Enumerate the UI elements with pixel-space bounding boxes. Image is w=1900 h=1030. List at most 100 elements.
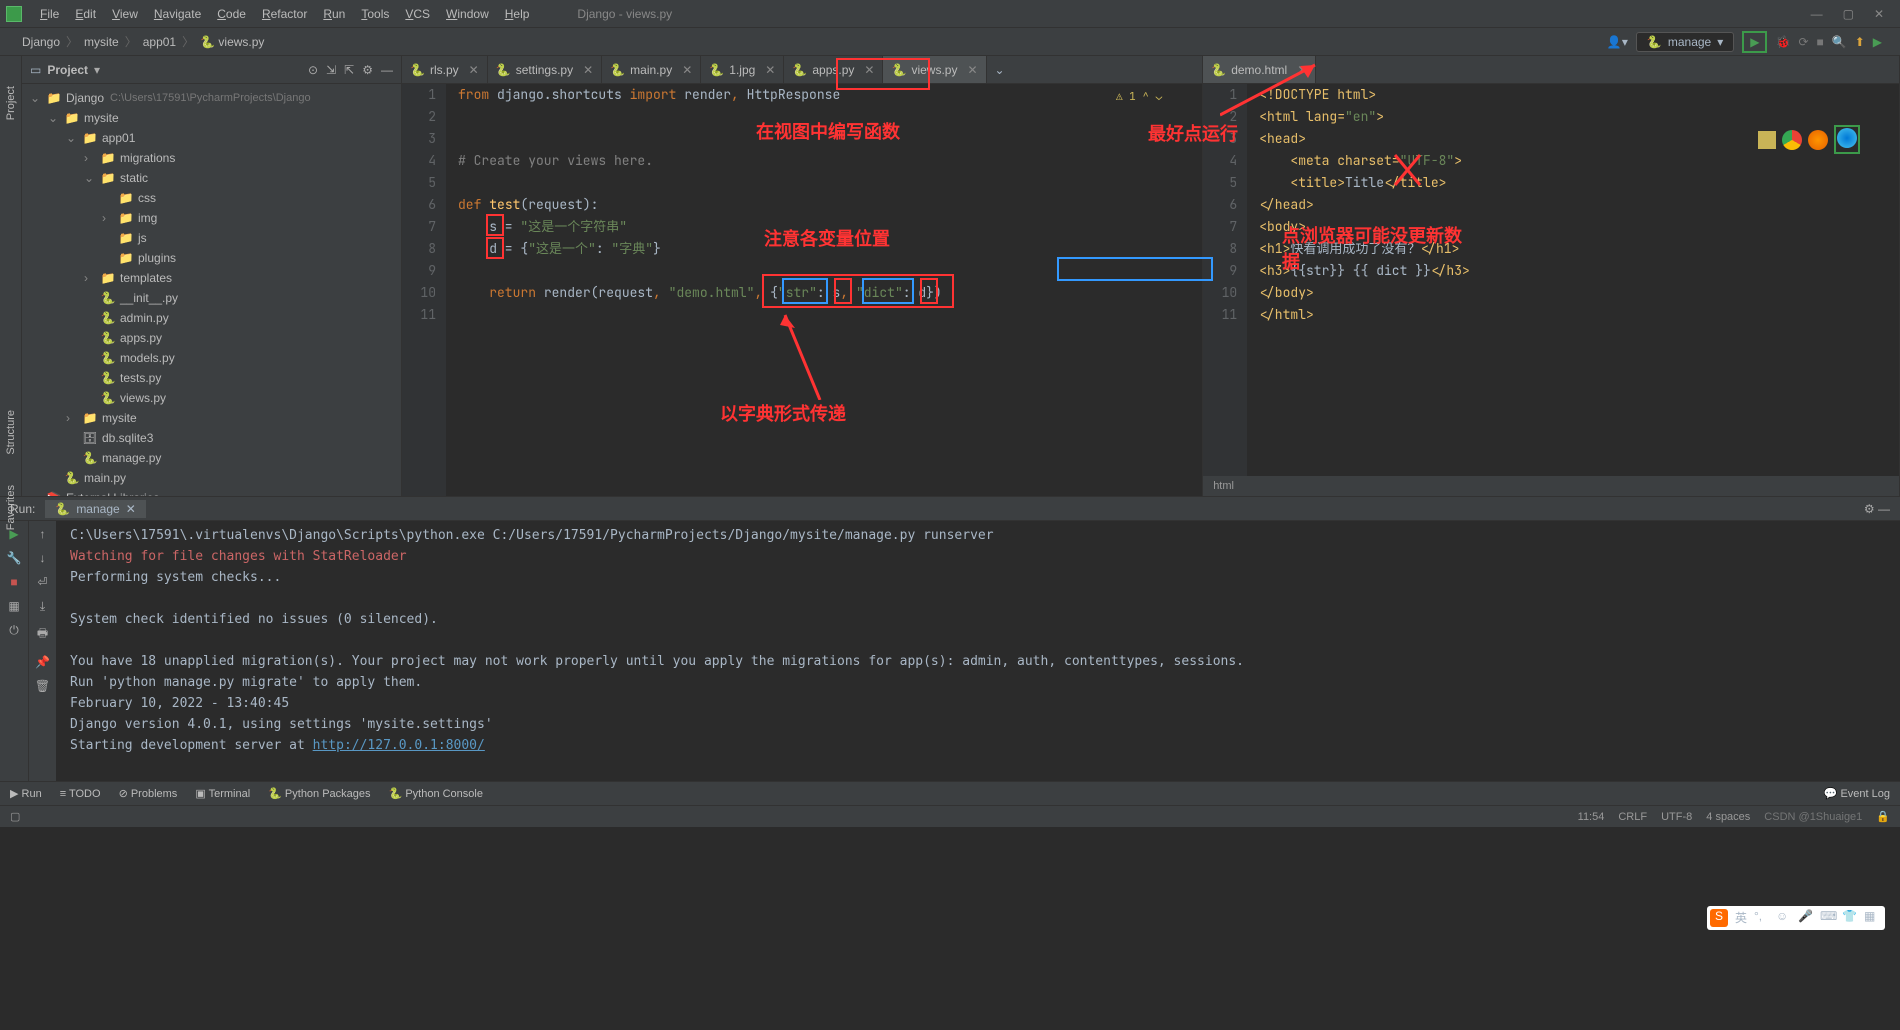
- menu-help[interactable]: Help: [497, 7, 538, 21]
- tree-node[interactable]: ⌄📁app01: [22, 128, 401, 148]
- close-icon[interactable]: ✕: [765, 63, 775, 77]
- firefox-icon[interactable]: [1808, 130, 1828, 150]
- locate-icon[interactable]: ⊙: [308, 63, 318, 77]
- tree-node[interactable]: 🐍apps.py: [22, 328, 401, 348]
- search-icon[interactable]: 🔍: [1832, 35, 1847, 49]
- ime-emoji-icon[interactable]: ☺: [1776, 909, 1794, 927]
- menu-refactor[interactable]: Refactor: [254, 7, 315, 21]
- builtin-preview-icon[interactable]: [1758, 131, 1776, 149]
- structure-tool-tab[interactable]: Structure: [5, 410, 17, 455]
- user-icon[interactable]: 👤▾: [1607, 35, 1628, 49]
- editor-tab[interactable]: 🐍main.py✕: [602, 56, 701, 84]
- tree-node[interactable]: ⌄📁mysite: [22, 108, 401, 128]
- debug-button[interactable]: 🐞: [1775, 35, 1790, 49]
- tree-node[interactable]: 🐍models.py: [22, 348, 401, 368]
- layout-icon[interactable]: ▦: [8, 599, 19, 613]
- close-icon[interactable]: ✕: [967, 63, 977, 77]
- favorites-tool-tab[interactable]: Favorites: [5, 485, 17, 530]
- run-tab[interactable]: 🐍 manage ✕: [45, 500, 145, 518]
- window-minimize-icon[interactable]: —: [1811, 7, 1823, 21]
- tree-node[interactable]: ⌄📁DjangoC:\Users\17591\PycharmProjects\D…: [22, 88, 401, 108]
- run-coverage-button[interactable]: ⟳: [1798, 35, 1808, 49]
- status-icon[interactable]: ▢: [10, 810, 20, 823]
- update-icon[interactable]: ⬆: [1855, 35, 1865, 49]
- tree-node[interactable]: 🐍main.py: [22, 468, 401, 488]
- window-maximize-icon[interactable]: ▢: [1843, 7, 1854, 21]
- close-icon[interactable]: ✕: [682, 63, 692, 77]
- tree-node[interactable]: 🐍__init__.py: [22, 288, 401, 308]
- menu-code[interactable]: Code: [209, 7, 254, 21]
- ime-keyboard-icon[interactable]: ⌨: [1820, 909, 1838, 927]
- up-icon[interactable]: ↑: [40, 527, 46, 541]
- close-icon[interactable]: ✕: [583, 63, 593, 77]
- run-output[interactable]: C:\Users\17591\.virtualenvs\Django\Scrip…: [56, 521, 1900, 781]
- close-icon[interactable]: ✕: [864, 63, 874, 77]
- python-packages-button[interactable]: 🐍 Python Packages: [268, 787, 370, 800]
- ime-lang-button[interactable]: 英: [1732, 909, 1750, 927]
- project-tree[interactable]: ⌄📁DjangoC:\Users\17591\PycharmProjects\D…: [22, 84, 401, 496]
- tree-node[interactable]: 🐍tests.py: [22, 368, 401, 388]
- problems-tool-button[interactable]: ⊘ Problems: [119, 787, 178, 800]
- editor-tab[interactable]: 🐍rls.py✕: [402, 56, 488, 84]
- tab-dropdown-icon[interactable]: ⌄: [987, 63, 1013, 77]
- editor-tab[interactable]: 🐍settings.py✕: [488, 56, 602, 84]
- tree-node[interactable]: 🐍manage.py: [22, 448, 401, 468]
- stop-button[interactable]: ■: [1817, 35, 1824, 49]
- ime-toolbox-icon[interactable]: ▦: [1864, 909, 1882, 927]
- breadcrumb-item[interactable]: mysite: [80, 35, 123, 49]
- trash-icon[interactable]: 🗑: [35, 679, 50, 693]
- menu-navigate[interactable]: Navigate: [146, 7, 209, 21]
- code-editor-left[interactable]: from django.shortcuts import render, Htt…: [446, 84, 1202, 496]
- python-console-button[interactable]: 🐍 Python Console: [389, 787, 483, 800]
- editor-tab[interactable]: 🐍demo.html✕: [1203, 56, 1316, 84]
- ime-punct-icon[interactable]: °,: [1754, 909, 1772, 927]
- close-icon[interactable]: ✕: [1297, 63, 1307, 77]
- editor-tab[interactable]: 🐍views.py✕: [883, 56, 986, 84]
- hide-icon[interactable]: —: [381, 63, 393, 77]
- todo-tool-button[interactable]: ≡ TODO: [60, 788, 101, 800]
- editor-breadcrumb[interactable]: html: [1203, 476, 1899, 496]
- menu-view[interactable]: View: [104, 7, 146, 21]
- run-settings-icon[interactable]: ⚙ —: [1864, 502, 1890, 516]
- sogou-icon[interactable]: S: [1710, 909, 1728, 927]
- tree-node[interactable]: ›📁img: [22, 208, 401, 228]
- tree-node[interactable]: 🗄db.sqlite3: [22, 428, 401, 448]
- event-log-button[interactable]: 💬 Event Log: [1824, 787, 1890, 800]
- ide-settings-icon[interactable]: ▶: [1873, 35, 1882, 49]
- menu-run[interactable]: Run: [315, 7, 353, 21]
- collapse-icon[interactable]: ⇱: [344, 63, 354, 77]
- settings-icon[interactable]: ⚙: [362, 63, 373, 77]
- scroll-icon[interactable]: ⤓: [40, 599, 45, 614]
- tree-node[interactable]: 📁js: [22, 228, 401, 248]
- close-icon[interactable]: ✕: [126, 502, 136, 516]
- tree-node[interactable]: ›📚External Libraries: [22, 488, 401, 496]
- tree-node[interactable]: ⌄📁static: [22, 168, 401, 188]
- cursor-position[interactable]: 11:54: [1578, 811, 1605, 823]
- down-icon[interactable]: ↓: [40, 551, 46, 565]
- chrome-icon[interactable]: [1782, 130, 1802, 150]
- tree-node[interactable]: ›📁mysite: [22, 408, 401, 428]
- menu-file[interactable]: File: [32, 7, 67, 21]
- tree-node[interactable]: 📁plugins: [22, 248, 401, 268]
- wrench-icon[interactable]: 🔧: [7, 551, 22, 565]
- lock-icon[interactable]: 🔒: [1876, 810, 1890, 823]
- run-tool-button[interactable]: ▶ Run: [10, 787, 42, 800]
- indent-setting[interactable]: 4 spaces: [1706, 811, 1750, 823]
- menu-window[interactable]: Window: [438, 7, 497, 21]
- project-tool-tab[interactable]: Project: [5, 86, 17, 120]
- pin-icon[interactable]: 📌: [35, 655, 50, 669]
- exit-icon[interactable]: ⏻: [9, 623, 19, 638]
- tree-node[interactable]: 🐍views.py: [22, 388, 401, 408]
- breadcrumb-item[interactable]: app01: [139, 35, 180, 49]
- chevron-down-icon[interactable]: ▾: [94, 63, 100, 77]
- menu-vcs[interactable]: VCS: [397, 7, 438, 21]
- tree-node[interactable]: 🐍admin.py: [22, 308, 401, 328]
- window-close-icon[interactable]: ✕: [1874, 7, 1884, 21]
- breadcrumb-item[interactable]: Django: [18, 35, 64, 49]
- edge-icon[interactable]: [1834, 125, 1860, 154]
- stop-icon[interactable]: ■: [10, 575, 17, 589]
- ime-voice-icon[interactable]: 🎤: [1798, 909, 1816, 927]
- warning-indicator-icon[interactable]: ⚠ 1 ^ ⌄: [1116, 86, 1162, 108]
- run-config-selector[interactable]: 🐍 manage ▾: [1636, 32, 1734, 52]
- tree-node[interactable]: ›📁templates: [22, 268, 401, 288]
